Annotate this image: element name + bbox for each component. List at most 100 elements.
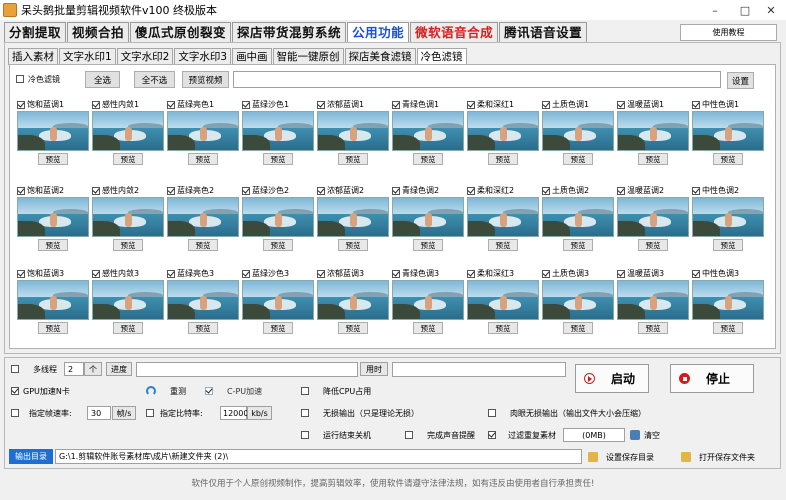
filter-preview-button[interactable]: 预览 — [113, 239, 143, 251]
filter-option[interactable]: 蓝绿亮色1 — [167, 99, 239, 110]
fps-checkbox[interactable] — [11, 409, 19, 417]
filter-option[interactable]: 蓝绿沙色3 — [242, 268, 314, 279]
sound-alert-checkbox[interactable] — [405, 431, 413, 439]
retest-option[interactable]: 重测 — [146, 384, 186, 398]
filter-option[interactable]: 饱和蓝调2 — [17, 185, 89, 196]
filter-preview-button[interactable]: 预览 — [113, 322, 143, 334]
main-tab-2[interactable]: 视频合拍 — [67, 22, 130, 43]
filter-checkbox[interactable] — [392, 269, 400, 278]
filter-duplicates-option[interactable]: 过滤重复素材 — [488, 428, 556, 442]
lossless-checkbox[interactable] — [301, 409, 309, 417]
sub-tab-5[interactable]: 画中画 — [232, 48, 272, 65]
filter-option[interactable]: 浓郁蓝调1 — [317, 99, 389, 110]
lossless-option[interactable]: 无损输出（只是理论无损） — [301, 406, 419, 420]
filter-preview-button[interactable]: 预览 — [488, 153, 518, 165]
filter-option[interactable]: 中性色调2 — [692, 185, 764, 196]
filter-duplicates-checkbox[interactable] — [488, 431, 496, 439]
filter-checkbox[interactable] — [242, 100, 250, 109]
filter-checkbox[interactable] — [92, 100, 100, 109]
filter-checkbox[interactable] — [617, 100, 625, 109]
multithread-option[interactable]: 多线程 — [11, 362, 57, 376]
minimize-button[interactable]: – — [700, 0, 730, 20]
filter-preview-button[interactable]: 预览 — [188, 322, 218, 334]
stop-button[interactable]: 停止 — [670, 364, 754, 393]
output-directory-button[interactable]: 输出目录 — [9, 449, 53, 464]
bitrate-input[interactable]: 12000 — [220, 406, 248, 420]
filter-checkbox[interactable] — [17, 269, 25, 278]
filter-preview-button[interactable]: 预览 — [338, 322, 368, 334]
filter-option[interactable]: 温暖蓝调2 — [617, 185, 689, 196]
filter-option[interactable]: 土质色调3 — [542, 268, 614, 279]
filter-preview-button[interactable]: 预览 — [413, 153, 443, 165]
sub-tab-8[interactable]: 冷色滤镜 — [416, 48, 467, 65]
filter-option[interactable]: 蓝绿沙色1 — [242, 99, 314, 110]
main-tab-4[interactable]: 探店带货混剪系统 — [232, 22, 347, 43]
filter-checkbox[interactable] — [167, 186, 175, 195]
filter-preview-button[interactable]: 预览 — [488, 239, 518, 251]
filter-option[interactable]: 柔和深红1 — [467, 99, 539, 110]
filter-checkbox[interactable] — [617, 269, 625, 278]
filter-preview-button[interactable]: 预览 — [188, 153, 218, 165]
multithread-checkbox[interactable] — [11, 365, 19, 373]
bitrate-checkbox[interactable] — [146, 409, 154, 417]
filter-preview-button[interactable]: 预览 — [713, 239, 743, 251]
filter-checkbox[interactable] — [467, 100, 475, 109]
filter-option[interactable]: 蓝绿亮色3 — [167, 268, 239, 279]
filter-preview-button[interactable]: 预览 — [713, 322, 743, 334]
main-tab-6[interactable]: 微软语音合成 — [410, 22, 499, 43]
filter-checkbox[interactable] — [92, 186, 100, 195]
filter-checkbox[interactable] — [692, 269, 700, 278]
filter-checkbox[interactable] — [17, 186, 25, 195]
gpu-accel-checkbox[interactable] — [11, 387, 19, 395]
sub-tab-7[interactable]: 探店美食滤镜 — [344, 48, 416, 65]
filter-option[interactable]: 温暖蓝调1 — [617, 99, 689, 110]
filter-preview-button[interactable]: 预览 — [563, 239, 593, 251]
select-all-button[interactable]: 全选 — [85, 71, 120, 88]
filter-checkbox[interactable] — [167, 100, 175, 109]
tutorial-button[interactable]: 使用教程 — [680, 24, 777, 41]
filter-preview-button[interactable]: 预览 — [488, 322, 518, 334]
set-save-dir-button[interactable]: 设置保存目录 — [588, 450, 654, 464]
cpu-accel-checkbox[interactable] — [205, 387, 213, 395]
bitrate-option[interactable]: 指定比特率: — [146, 406, 203, 420]
filter-checkbox[interactable] — [167, 269, 175, 278]
visual-lossless-option[interactable]: 肉眼无损输出（输出文件大小会压缩） — [488, 406, 646, 420]
filter-option[interactable]: 感性内敛1 — [92, 99, 164, 110]
sub-tab-4[interactable]: 文字水印3 — [174, 48, 232, 65]
filter-checkbox[interactable] — [317, 269, 325, 278]
filter-checkbox[interactable] — [542, 269, 550, 278]
sub-tab-1[interactable]: 插入素材 — [8, 48, 58, 65]
filter-preview-button[interactable]: 预览 — [38, 322, 68, 334]
filter-option[interactable]: 青绿色调2 — [392, 185, 464, 196]
sub-tab-2[interactable]: 文字水印1 — [59, 48, 116, 65]
main-tab-3[interactable]: 傻瓜式原创裂变 — [130, 22, 232, 43]
cool-filter-toggle[interactable]: 冷色滤镜 — [16, 72, 60, 86]
select-none-button[interactable]: 全不选 — [134, 71, 175, 88]
filter-option[interactable]: 土质色调2 — [542, 185, 614, 196]
filter-checkbox[interactable] — [467, 186, 475, 195]
sub-tab-6[interactable]: 智能一键原创 — [272, 48, 344, 65]
shutdown-checkbox[interactable] — [301, 431, 309, 439]
filter-option[interactable]: 温暖蓝调3 — [617, 268, 689, 279]
filter-checkbox[interactable] — [17, 100, 25, 109]
filter-preview-button[interactable]: 预览 — [713, 153, 743, 165]
visual-lossless-checkbox[interactable] — [488, 409, 496, 417]
output-directory-input[interactable]: G:\1.剪辑软件账号素材库\成片\新建文件夹 (2)\ — [55, 449, 582, 464]
open-save-dir-button[interactable]: 打开保存文件夹 — [681, 450, 755, 464]
fps-input[interactable]: 30 — [87, 406, 111, 420]
main-tab-7[interactable]: 腾讯语音设置 — [499, 22, 588, 43]
filter-option[interactable]: 柔和深红2 — [467, 185, 539, 196]
filter-checkbox[interactable] — [542, 186, 550, 195]
filter-preview-button[interactable]: 预览 — [638, 239, 668, 251]
fps-option[interactable]: 指定帧速率: — [11, 406, 72, 420]
filter-checkbox[interactable] — [617, 186, 625, 195]
filter-option[interactable]: 中性色调3 — [692, 268, 764, 279]
filter-option[interactable]: 柔和深红3 — [467, 268, 539, 279]
filter-checkbox[interactable] — [392, 100, 400, 109]
filter-option[interactable]: 蓝绿沙色2 — [242, 185, 314, 196]
filter-checkbox[interactable] — [692, 186, 700, 195]
filter-checkbox[interactable] — [317, 100, 325, 109]
filter-preview-button[interactable]: 预览 — [413, 239, 443, 251]
filter-checkbox[interactable] — [92, 269, 100, 278]
close-button[interactable]: ✕ — [756, 0, 786, 20]
